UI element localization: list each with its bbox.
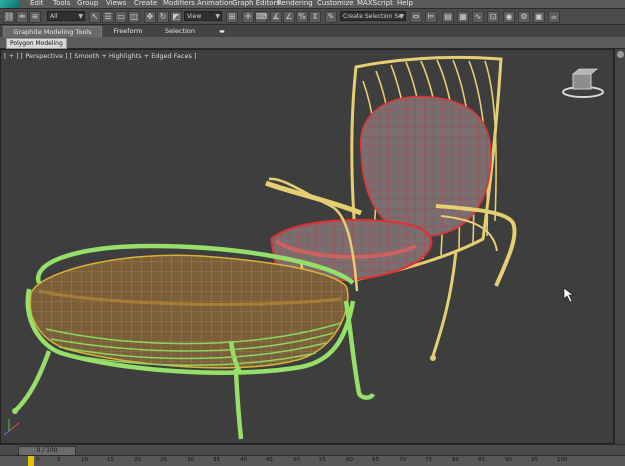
reference-coordinate-value: View: [187, 13, 202, 20]
tick-label: 65: [372, 457, 379, 463]
schematic-view-icon[interactable]: ⊡: [487, 11, 499, 23]
tick-label: 20: [134, 457, 141, 463]
menu-edit[interactable]: Edit: [30, 0, 44, 8]
menu-group[interactable]: Group: [77, 0, 98, 8]
reference-coordinate-dropdown[interactable]: View ▼: [184, 11, 222, 21]
app-logo[interactable]: [0, 0, 20, 8]
rectangular-selection-icon[interactable]: ▭: [115, 11, 127, 23]
tick-label: 40: [240, 457, 247, 463]
selection-filter-value: All: [50, 13, 58, 20]
tick-label: 60: [346, 457, 353, 463]
tab-freeform[interactable]: Freeform: [104, 26, 152, 37]
trackbar[interactable]: 0 5 10 15 20 25 30 35 40 45 50 55 60 65 …: [0, 455, 625, 466]
rendered-frame-window-icon[interactable]: ▣: [533, 11, 545, 23]
tick-label: 95: [531, 457, 538, 463]
pivot-center-icon[interactable]: ⊞: [226, 11, 238, 23]
angle-snap-icon[interactable]: ∠: [283, 11, 295, 23]
material-editor-icon[interactable]: ◉: [503, 11, 515, 23]
select-object-icon[interactable]: ↖: [89, 11, 101, 23]
chevron-down-icon: ▼: [215, 13, 220, 20]
tick-label: 35: [213, 457, 220, 463]
chevron-down-icon: ▼: [399, 13, 404, 20]
layer-manager-icon[interactable]: ▤: [442, 11, 454, 23]
main-toolbar: ⛓ ⚮ ≋ All ▼ ↖ ☰ ▭ ◫ ✥ ↻ ◩ View ▼ ⊞ ✛ ⌨ ∡…: [0, 9, 625, 25]
render-setup-icon[interactable]: ⚙: [518, 11, 530, 23]
tick-label: 100: [557, 457, 568, 463]
menu-customize[interactable]: Customize: [317, 0, 354, 8]
viewport-scene: [3, 55, 604, 440]
graphite-toggle-icon[interactable]: ▦: [457, 11, 469, 23]
menu-animation[interactable]: Animation: [197, 0, 233, 8]
named-selection-set-value: Create Selection Se: [343, 13, 402, 20]
tick-label: 80: [452, 457, 459, 463]
bind-spacewarp-icon[interactable]: ≋: [29, 11, 41, 23]
menu-maxscript[interactable]: MAXScript: [357, 0, 393, 8]
mirror-icon[interactable]: ⇔: [410, 11, 422, 23]
keyboard-shortcut-override-icon[interactable]: ⌨: [255, 11, 268, 23]
command-panel-icon[interactable]: [617, 51, 624, 58]
unlink-icon[interactable]: ⚮: [16, 11, 28, 23]
ottoman-model[interactable]: [12, 243, 376, 440]
polygon-modeling-button[interactable]: Polygon Modeling: [6, 38, 67, 49]
menu-graph-editors[interactable]: Graph Editors: [232, 0, 280, 8]
menu-rendering[interactable]: Rendering: [277, 0, 313, 8]
select-manipulate-icon[interactable]: ✛: [242, 11, 254, 23]
chevron-down-icon: ▼: [78, 13, 83, 20]
ribbon-tab-bar: Graphite Modeling Tools Freeform Selecti…: [0, 25, 625, 38]
scale-icon[interactable]: ◩: [170, 11, 182, 23]
spinner-snap-icon[interactable]: ⇕: [309, 11, 321, 23]
tick-label: 90: [505, 457, 512, 463]
tick-label: 70: [399, 457, 406, 463]
tick-label: 25: [160, 457, 167, 463]
ribbon-minimize-icon[interactable]: ▬: [217, 26, 227, 37]
tick-label: 5: [57, 457, 61, 463]
named-selection-set-dropdown[interactable]: Create Selection Se ▼: [340, 11, 406, 21]
tick-label: 10: [81, 457, 88, 463]
ribbon-panel: Polygon Modeling: [0, 37, 625, 49]
tick-label: 55: [319, 457, 326, 463]
mouse-cursor-icon: [563, 287, 574, 303]
tick-label: 45: [266, 457, 273, 463]
align-icon[interactable]: ⊨: [425, 11, 437, 23]
snaps-toggle-icon[interactable]: ∡: [270, 11, 282, 23]
link-icon[interactable]: ⛓: [3, 11, 15, 23]
axis-tripod-icon: [3, 419, 20, 436]
menu-help[interactable]: Help: [397, 0, 413, 8]
command-panel-strip[interactable]: [614, 49, 625, 444]
window-crossing-icon[interactable]: ◫: [128, 11, 140, 23]
tick-label: 85: [478, 457, 485, 463]
move-icon[interactable]: ✥: [144, 11, 156, 23]
rotate-icon[interactable]: ↻: [157, 11, 169, 23]
tick-label: 15: [107, 457, 114, 463]
tick-label: 30: [187, 457, 194, 463]
tab-selection[interactable]: Selection: [156, 26, 204, 37]
percent-snap-icon[interactable]: %: [296, 11, 308, 23]
menu-modifiers[interactable]: Modifiers: [163, 0, 195, 8]
edit-named-selection-icon[interactable]: ✎: [325, 11, 337, 23]
perspective-viewport[interactable]: [ + ] [ Perspective ] [ Smooth + Highlig…: [0, 49, 614, 444]
curve-editor-icon[interactable]: ∿: [472, 11, 484, 23]
menu-create[interactable]: Create: [134, 0, 157, 8]
selection-filter-dropdown[interactable]: All ▼: [47, 11, 85, 21]
render-production-icon[interactable]: ☕: [548, 11, 560, 23]
menu-views[interactable]: Views: [106, 0, 126, 8]
menu-bar: Edit Tools Group Views Create Modifiers …: [0, 0, 625, 9]
menu-tools[interactable]: Tools: [53, 0, 70, 8]
tick-label: 50: [293, 457, 300, 463]
time-slider-bar[interactable]: 0 / 100: [0, 444, 625, 456]
viewcube-icon[interactable]: [562, 68, 604, 98]
tick-label: 0: [36, 457, 40, 463]
select-by-name-icon[interactable]: ☰: [102, 11, 114, 23]
tick-label: 75: [425, 457, 432, 463]
